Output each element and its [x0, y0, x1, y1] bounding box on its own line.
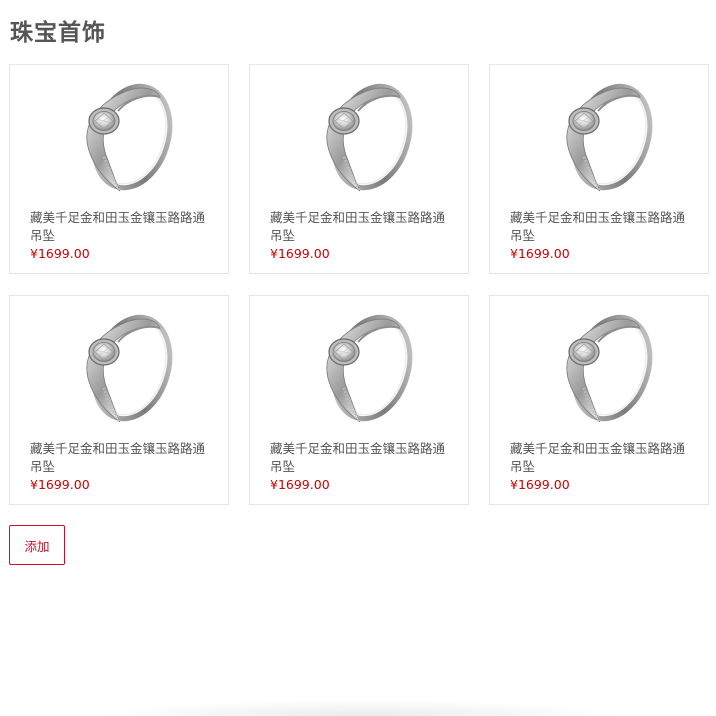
product-card[interactable]: 藏美千足金和田玉金镶玉路路通吊坠 ¥1699.00 — [9, 295, 229, 505]
product-price: ¥1699.00 — [510, 477, 570, 492]
product-grid: 藏美千足金和田玉金镶玉路路通吊坠 ¥1699.00 藏美千足金和田玉金镶玉路路通… — [9, 64, 709, 505]
product-name[interactable]: 藏美千足金和田玉金镶玉路路通吊坠 — [510, 209, 688, 245]
product-card[interactable]: 藏美千足金和田玉金镶玉路路通吊坠 ¥1699.00 — [489, 64, 709, 274]
product-name[interactable]: 藏美千足金和田玉金镶玉路路通吊坠 — [510, 440, 688, 476]
ring-icon — [300, 75, 420, 200]
add-button[interactable]: 添加 — [9, 525, 65, 565]
product-price: ¥1699.00 — [30, 477, 90, 492]
product-card[interactable]: 藏美千足金和田玉金镶玉路路通吊坠 ¥1699.00 — [249, 295, 469, 505]
ring-icon — [60, 75, 180, 200]
product-card[interactable]: 藏美千足金和田玉金镶玉路路通吊坠 ¥1699.00 — [9, 64, 229, 274]
bottom-shadow — [90, 700, 630, 716]
product-price: ¥1699.00 — [270, 246, 330, 261]
product-price: ¥1699.00 — [270, 477, 330, 492]
ring-icon — [540, 75, 660, 200]
product-name[interactable]: 藏美千足金和田玉金镶玉路路通吊坠 — [30, 440, 208, 476]
product-price: ¥1699.00 — [30, 246, 90, 261]
product-price: ¥1699.00 — [510, 246, 570, 261]
ring-icon — [300, 306, 420, 431]
product-card[interactable]: 藏美千足金和田玉金镶玉路路通吊坠 ¥1699.00 — [249, 64, 469, 274]
ring-icon — [540, 306, 660, 431]
product-name[interactable]: 藏美千足金和田玉金镶玉路路通吊坠 — [270, 440, 448, 476]
product-card[interactable]: 藏美千足金和田玉金镶玉路路通吊坠 ¥1699.00 — [489, 295, 709, 505]
product-name[interactable]: 藏美千足金和田玉金镶玉路路通吊坠 — [270, 209, 448, 245]
ring-icon — [60, 306, 180, 431]
page: 珠宝首饰 藏美千足金和田玉金镶玉路路通吊坠 ¥1699.00 藏美千足金和田玉金… — [0, 0, 716, 716]
product-name[interactable]: 藏美千足金和田玉金镶玉路路通吊坠 — [30, 209, 208, 245]
section-title: 珠宝首饰 — [10, 20, 106, 46]
